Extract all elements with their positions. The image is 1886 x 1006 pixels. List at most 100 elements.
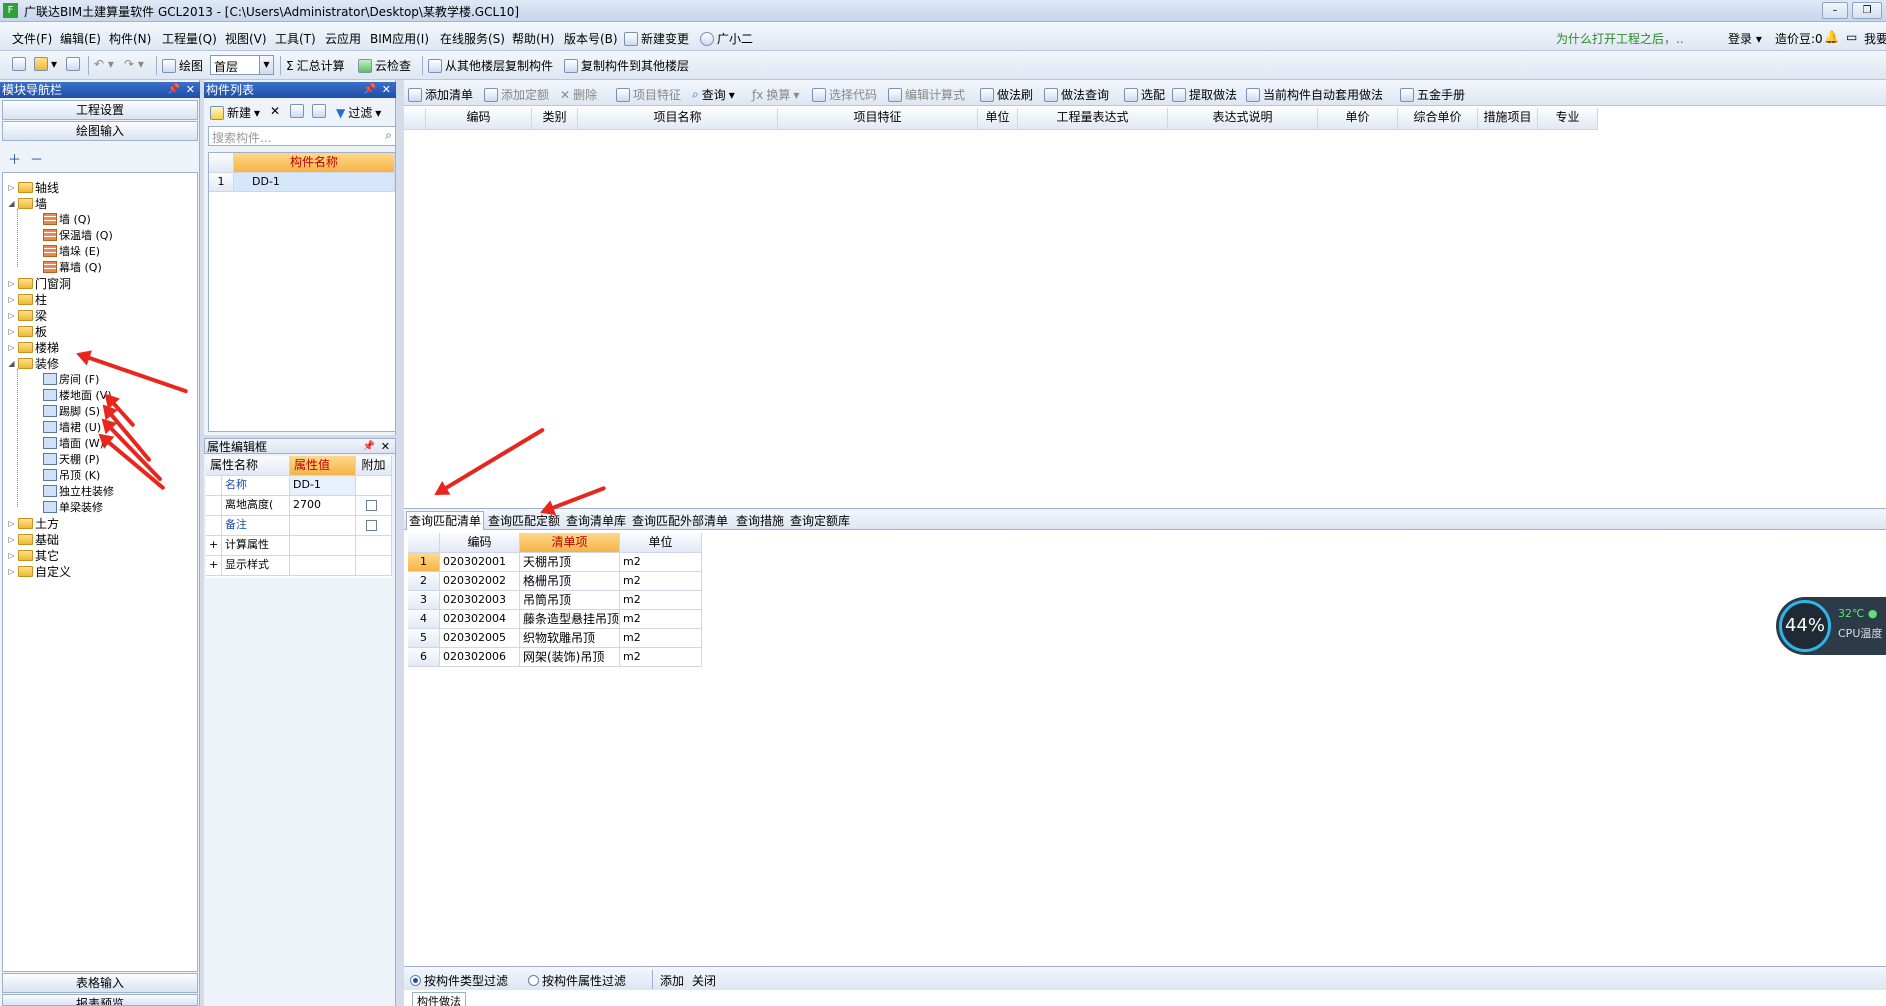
sort-button[interactable] (312, 104, 326, 118)
tree-folder[interactable]: ◢ 装修 (7, 355, 59, 371)
menu-online[interactable]: 在线服务(S) (440, 30, 505, 47)
close-icon[interactable]: ✕ (186, 82, 195, 98)
expand-all-icon[interactable]: ＋ (8, 149, 21, 168)
expand-icon[interactable]: ▷ (7, 519, 16, 528)
tree-folder[interactable]: ▷ 自定义 (7, 563, 71, 579)
list-item-name[interactable]: 织物软雕吊顶 (520, 629, 620, 648)
query-button[interactable]: ⌕ 查询 ▾ (692, 86, 735, 103)
tab-quota-library[interactable]: 查询定额库 (788, 512, 852, 529)
restore-button[interactable]: ❐ (1852, 2, 1882, 19)
message-icon[interactable]: ▭ (1846, 30, 1857, 44)
pin-icon[interactable]: 📌 (168, 82, 180, 98)
redo-button[interactable]: ↷ ▾ (124, 57, 144, 71)
expand-icon[interactable]: ▷ (7, 279, 16, 288)
list-item-name[interactable]: 格栅吊顶 (520, 572, 620, 591)
expand-toggle[interactable]: + (206, 536, 222, 556)
component-search-input[interactable]: 搜索构件... ⌕ (208, 126, 396, 146)
tree-item[interactable]: 天棚 (P) (43, 451, 100, 467)
collapse-icon[interactable]: ◢ (7, 199, 16, 208)
tree-folder[interactable]: ▷ 柱 (7, 291, 47, 307)
item-feature-button[interactable]: 项目特征 (616, 86, 681, 103)
menu-version[interactable]: 版本号(B) (564, 30, 618, 47)
delete-button[interactable]: ✕ 删除 (560, 86, 597, 103)
tree-folder[interactable]: ▷ 轴线 (7, 179, 59, 195)
menu-assistant[interactable]: 广小二 (700, 30, 753, 47)
property-value[interactable]: 2700 (290, 496, 356, 516)
bell-icon[interactable]: 🔔 (1824, 30, 1839, 44)
points-label[interactable]: 造价豆:0 (1775, 30, 1823, 47)
add-button[interactable]: 添加 (660, 972, 684, 989)
match-button[interactable]: 选配 (1124, 86, 1165, 103)
checkbox[interactable] (366, 520, 377, 531)
menu-new-change[interactable]: 新建变更 (624, 30, 689, 47)
menu-help[interactable]: 帮助(H) (512, 30, 554, 47)
menu-edit[interactable]: 编辑(E) (60, 30, 101, 47)
menu-bim[interactable]: BIM应用(I) (370, 30, 429, 47)
filter-by-prop-radio[interactable]: 按构件属性过滤 (528, 972, 626, 989)
cloud-check-button[interactable]: 云检查 (358, 57, 411, 74)
menu-cloud[interactable]: 云应用 (325, 30, 361, 47)
expand-icon[interactable]: ▷ (7, 183, 16, 192)
hardware-manual-button[interactable]: 五金手册 (1400, 86, 1465, 103)
list-code[interactable]: 020302003 (440, 591, 520, 610)
list-code[interactable]: 020302001 (440, 553, 520, 572)
new-file-button[interactable] (12, 57, 26, 71)
expand-icon[interactable]: ▷ (7, 551, 16, 560)
new-component-button[interactable]: 新建 ▾ (210, 104, 260, 121)
add-quota-button[interactable]: 添加定额 (484, 86, 549, 103)
extract-method-button[interactable]: 提取做法 (1172, 86, 1237, 103)
cpu-temp-widget[interactable]: 44% 32℃ ● CPU温度 (1776, 597, 1886, 655)
property-value[interactable] (290, 516, 356, 536)
floor-select[interactable]: 首层 ▼ (210, 55, 274, 75)
menu-file[interactable]: 文件(F) (12, 30, 52, 47)
copy-from-floor-button[interactable]: 从其他楼层复制构件 (428, 57, 553, 74)
method-brush-button[interactable]: 做法刷 (980, 86, 1033, 103)
close-icon[interactable]: ✕ (382, 82, 391, 98)
tree-item[interactable]: 房间 (F) (43, 371, 99, 387)
list-code[interactable]: 020302006 (440, 648, 520, 667)
pin-icon[interactable]: 📌 (364, 82, 376, 98)
select-code-button[interactable]: 选择代码 (812, 86, 877, 103)
tree-folder[interactable]: ▷ 其它 (7, 547, 59, 563)
collapse-all-icon[interactable]: － (30, 149, 43, 168)
tab-list-library[interactable]: 查询清单库 (564, 512, 628, 529)
project-settings-button[interactable]: 工程设置 (2, 100, 198, 120)
tab-external-list[interactable]: 查询匹配外部清单 (630, 512, 730, 529)
undo-button[interactable]: ↶ ▾ (94, 57, 114, 71)
expand-icon[interactable]: ▷ (7, 567, 16, 576)
list-item-name[interactable]: 网架(装饰)吊顶 (520, 648, 620, 667)
table-input-button[interactable]: 表格输入 (2, 973, 198, 993)
filter-button[interactable]: ▼ 过滤 ▾ (336, 104, 381, 121)
minimize-button[interactable]: – (1822, 2, 1848, 19)
tree-folder[interactable]: ◢ 墙 (7, 195, 47, 211)
property-value[interactable] (290, 536, 356, 556)
expand-icon[interactable]: ▷ (7, 311, 16, 320)
component-row[interactable]: DD-1 (234, 173, 395, 192)
copy-component-button[interactable] (290, 104, 304, 118)
menu-tools[interactable]: 工具(T) (275, 30, 316, 47)
expand-icon[interactable]: ▷ (7, 295, 16, 304)
list-item-name[interactable]: 天棚吊顶 (520, 553, 620, 572)
delete-component-button[interactable]: ✕ (270, 104, 280, 118)
tree-item[interactable]: 保温墙 (Q) (43, 227, 113, 243)
search-icon[interactable]: ⌕ (385, 128, 392, 143)
tree-item[interactable]: 踢脚 (S) (43, 403, 100, 419)
tree-item[interactable]: 吊顶 (K) (43, 467, 100, 483)
hint-link[interactable]: 为什么打开工程之后，.. (1556, 30, 1684, 47)
convert-button[interactable]: ƒx 换算 ▾ (752, 86, 799, 103)
list-code[interactable]: 020302005 (440, 629, 520, 648)
tree-item[interactable]: 墙垛 (E) (43, 243, 100, 259)
tab-component-method[interactable]: 构件做法 (412, 992, 466, 1006)
method-query-button[interactable]: 做法查询 (1044, 86, 1109, 103)
list-code[interactable]: 020302002 (440, 572, 520, 591)
tree-folder[interactable]: ▷ 土方 (7, 515, 59, 531)
list-item-name[interactable]: 吊筒吊顶 (520, 591, 620, 610)
open-file-button[interactable]: ▾ (34, 57, 57, 71)
expand-icon[interactable]: ▷ (7, 343, 16, 352)
menu-view[interactable]: 视图(V) (225, 30, 267, 47)
collapse-icon[interactable]: ◢ (7, 359, 16, 368)
more-label[interactable]: 我要 (1864, 30, 1886, 47)
tree-item[interactable]: 墙 (Q) (43, 211, 91, 227)
tree-item[interactable]: 墙裙 (U) (43, 419, 101, 435)
expand-icon[interactable]: ▷ (7, 327, 16, 336)
